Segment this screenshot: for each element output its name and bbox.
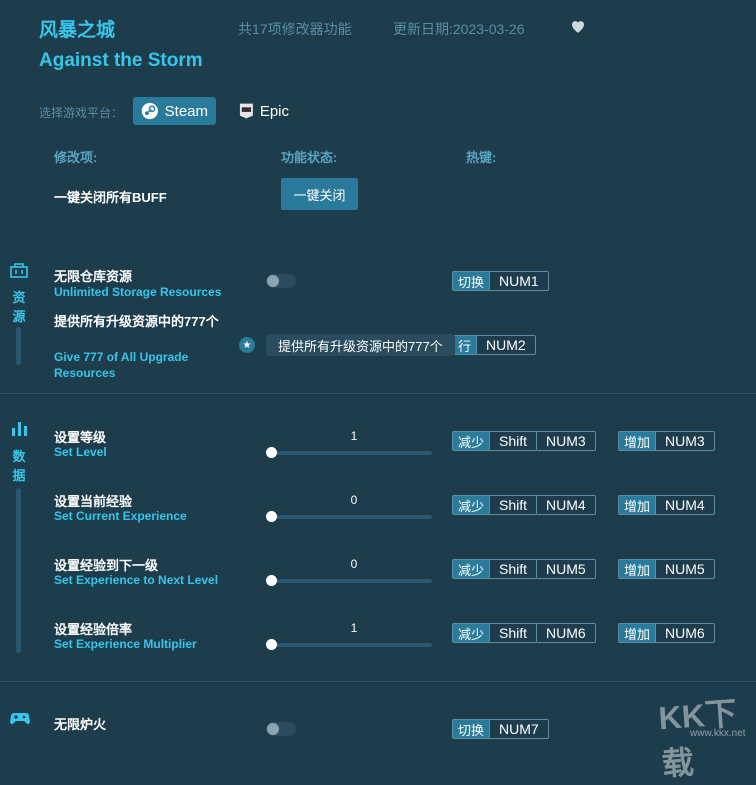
- platform-steam-label: Steam: [164, 102, 208, 120]
- slider-handle[interactable]: [266, 447, 277, 458]
- unlimited-storage-label-cn: 无限仓库资源: [54, 269, 133, 284]
- update-date: 更新日期:2023-03-26: [393, 21, 525, 37]
- hotkey-modifier: Shift: [489, 432, 536, 450]
- increase-hotkey[interactable]: 增加 NUM3: [618, 431, 715, 451]
- hotkey-action: 减少: [453, 496, 490, 514]
- hotkey-key: NUM7: [489, 720, 548, 738]
- hotkey-action: 增加: [619, 496, 656, 514]
- hotkey-modifier: Shift: [489, 560, 536, 578]
- steam-icon: [141, 102, 158, 120]
- platform-label: 选择游戏平台：: [39, 106, 124, 120]
- watermark-url: www.kkx.net: [690, 728, 746, 739]
- section-scroll-bar-resources: [16, 327, 21, 365]
- toggle-knob: [267, 723, 279, 735]
- increase-hotkey[interactable]: 增加 NUM4: [618, 495, 715, 515]
- decrease-hotkey[interactable]: 减少 Shift NUM4: [452, 495, 596, 515]
- hotkey-action: 增加: [619, 560, 656, 578]
- section-divider: [0, 681, 756, 682]
- hotkey-action: 行: [453, 336, 477, 354]
- decrease-hotkey[interactable]: 减少 Shift NUM5: [452, 559, 596, 579]
- section-scroll-bar-data: [16, 488, 21, 653]
- give-777-tooltip: 提供所有升级资源中的777个: [266, 334, 455, 356]
- give-777-hotkey[interactable]: 行 NUM2: [452, 335, 536, 355]
- slider-handle[interactable]: [266, 639, 277, 650]
- unlimited-storage-label-en: Unlimited Storage Resources: [54, 285, 222, 299]
- slider-handle[interactable]: [266, 511, 277, 522]
- slider-value: 1: [350, 621, 358, 635]
- hotkey-action: 增加: [619, 624, 656, 642]
- unlimited-fire-label-cn: 无限炉火: [54, 717, 107, 732]
- toolbox-icon: [10, 263, 28, 278]
- gamepad-icon: [10, 713, 30, 724]
- toggle-knob: [267, 275, 279, 287]
- hotkey-key: NUM6: [655, 624, 714, 642]
- hotkey-key: NUM5: [655, 560, 714, 578]
- give-777-label-en: Give 777 of All Upgrade Resources: [54, 350, 189, 380]
- increase-hotkey[interactable]: 增加 NUM5: [618, 559, 715, 579]
- slider-value: 1: [350, 429, 358, 443]
- hotkey-action: 切换: [453, 720, 490, 738]
- star-icon: ★: [239, 337, 255, 353]
- unlimited-storage-toggle[interactable]: [266, 274, 296, 288]
- data-item-label-en: Set Current Experience: [54, 509, 187, 523]
- hotkey-action: 减少: [453, 624, 490, 642]
- unlimited-fire-hotkey[interactable]: 切换 NUM7: [452, 719, 549, 739]
- unlimited-fire-toggle[interactable]: [266, 722, 296, 736]
- hotkey-action: 切换: [453, 272, 490, 290]
- unlimited-storage-hotkey[interactable]: 切换 NUM1: [452, 271, 549, 291]
- hotkey-modifier: Shift: [489, 624, 536, 642]
- data-item-label-cn: 设置当前经验: [54, 494, 133, 509]
- hotkey-key: NUM6: [536, 624, 595, 642]
- data-item-label-cn: 设置经验到下一级: [54, 558, 159, 573]
- value-slider[interactable]: [272, 515, 432, 519]
- hotkey-key: NUM1: [489, 272, 548, 290]
- platform-epic-label: Epic: [259, 102, 289, 120]
- close-all-buff-button[interactable]: 一键关闭: [281, 178, 358, 210]
- column-header-status: 功能状态:: [281, 150, 338, 165]
- page-title-en: Against the Storm: [39, 50, 203, 71]
- value-slider[interactable]: [272, 579, 432, 583]
- data-item-label-en: Set Level: [54, 445, 107, 459]
- slider-handle[interactable]: [266, 575, 277, 586]
- value-slider[interactable]: [272, 643, 432, 647]
- give-777-label-cn: 提供所有升级资源中的777个: [54, 314, 219, 329]
- hotkey-key: NUM3: [655, 432, 714, 450]
- favorite-heart-icon[interactable]: [569, 17, 587, 35]
- slider-value: 0: [350, 557, 358, 571]
- close-all-buff-label: 一键关闭所有BUFF: [54, 190, 167, 205]
- data-item-label-en: Set Experience Multiplier: [54, 637, 197, 651]
- hotkey-key: NUM4: [536, 496, 595, 514]
- section-title-data: 数据: [12, 449, 26, 483]
- decrease-hotkey[interactable]: 减少 Shift NUM6: [452, 623, 596, 643]
- section-divider: [0, 393, 756, 394]
- data-item-label-cn: 设置等级: [54, 430, 107, 445]
- hotkey-key: NUM4: [655, 496, 714, 514]
- hotkey-modifier: Shift: [489, 496, 536, 514]
- feature-count: 共17项修改器功能: [238, 21, 352, 37]
- value-slider[interactable]: [272, 451, 432, 455]
- platform-epic-button[interactable]: Epic: [231, 97, 297, 125]
- decrease-hotkey[interactable]: 减少 Shift NUM3: [452, 431, 596, 451]
- column-header-hotkey: 热键:: [466, 150, 497, 165]
- hotkey-action: 减少: [453, 432, 490, 450]
- data-item-label-cn: 设置经验倍率: [54, 622, 133, 637]
- hotkey-action: 减少: [453, 560, 490, 578]
- column-header-item: 修改项:: [54, 150, 98, 165]
- platform-steam-button[interactable]: Steam: [133, 97, 216, 125]
- bar-chart-icon: [12, 422, 27, 436]
- data-item-label-en: Set Experience to Next Level: [54, 573, 219, 587]
- page-title-cn: 风暴之城: [39, 20, 116, 41]
- hotkey-key: NUM5: [536, 560, 595, 578]
- increase-hotkey[interactable]: 增加 NUM6: [618, 623, 715, 643]
- hotkey-action: 增加: [619, 432, 656, 450]
- hotkey-key: NUM3: [536, 432, 595, 450]
- epic-icon: [239, 103, 253, 119]
- hotkey-key: NUM2: [476, 336, 535, 354]
- slider-value: 0: [350, 493, 358, 507]
- section-title-resources: 资源: [12, 290, 26, 324]
